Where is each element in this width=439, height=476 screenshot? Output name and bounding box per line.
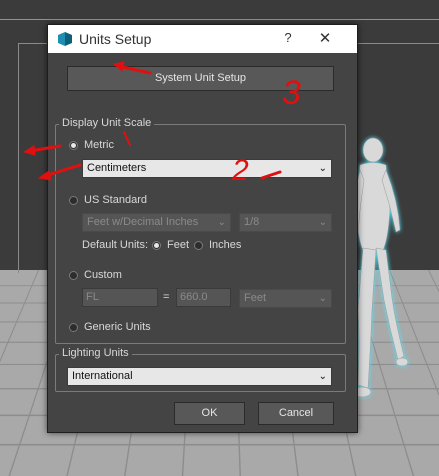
custom-name-field[interactable]: FL [82, 288, 158, 307]
chevron-down-icon: ⌄ [318, 293, 327, 304]
custom-units-value: Feet [244, 292, 267, 304]
display-unit-scale-label: Display Unit Scale [59, 117, 155, 129]
units-setup-dialog: Units Setup ? ✕ System Unit Setup Displa… [47, 24, 358, 433]
default-units-label: Default Units: [82, 239, 149, 251]
dialog-title: Units Setup [79, 31, 152, 47]
chevron-down-icon: ⌄ [318, 217, 327, 228]
custom-radio[interactable] [69, 271, 78, 280]
lighting-units-value: International [72, 370, 133, 382]
3dsmax-app-icon [58, 32, 72, 46]
close-button[interactable]: ✕ [316, 29, 334, 47]
us-standard-radio[interactable] [69, 196, 78, 205]
title-bar: Units Setup ? ✕ [48, 25, 357, 53]
system-unit-setup-button[interactable]: System Unit Setup [67, 66, 334, 91]
default-units-inches-radio[interactable] [194, 241, 203, 250]
default-units-inches-label: Inches [209, 239, 242, 251]
generic-units-label: Generic Units [84, 321, 151, 333]
metric-label: Metric [84, 139, 114, 151]
lighting-units-label: Lighting Units [59, 347, 132, 359]
chevron-down-icon: ⌄ [217, 217, 226, 228]
us-standard-units-dropdown[interactable]: Feet w/Decimal Inches ⌄ [82, 213, 231, 232]
generic-units-radio[interactable] [69, 323, 78, 332]
custom-label: Custom [84, 269, 122, 281]
custom-amount-field[interactable]: 660.0 [176, 288, 231, 307]
default-units-feet-label: Feet [167, 239, 190, 251]
default-units-feet-radio[interactable] [152, 241, 161, 250]
us-standard-fraction-dropdown[interactable]: 1/8 ⌄ [239, 213, 332, 232]
us-standard-fraction-value: 1/8 [244, 216, 260, 228]
custom-units-dropdown[interactable]: Feet ⌄ [239, 289, 332, 308]
metric-units-value: Centimeters [87, 162, 147, 174]
help-button[interactable]: ? [280, 30, 296, 45]
us-standard-label: US Standard [84, 194, 147, 206]
chevron-down-icon: ⌄ [318, 371, 327, 382]
viewport-top-edge [0, 19, 439, 20]
lighting-units-dropdown[interactable]: International ⌄ [67, 367, 332, 386]
metric-radio[interactable] [69, 141, 78, 150]
viewport-frame-left [18, 43, 19, 273]
us-standard-units-value: Feet w/Decimal Inches [87, 216, 199, 228]
cancel-button[interactable]: Cancel [258, 402, 334, 425]
metric-units-dropdown[interactable]: Centimeters ⌄ [82, 159, 332, 178]
ok-button[interactable]: OK [174, 402, 245, 425]
display-unit-scale-group [55, 124, 346, 344]
custom-equals-sign: = [163, 291, 170, 303]
chevron-down-icon: ⌄ [318, 163, 327, 174]
